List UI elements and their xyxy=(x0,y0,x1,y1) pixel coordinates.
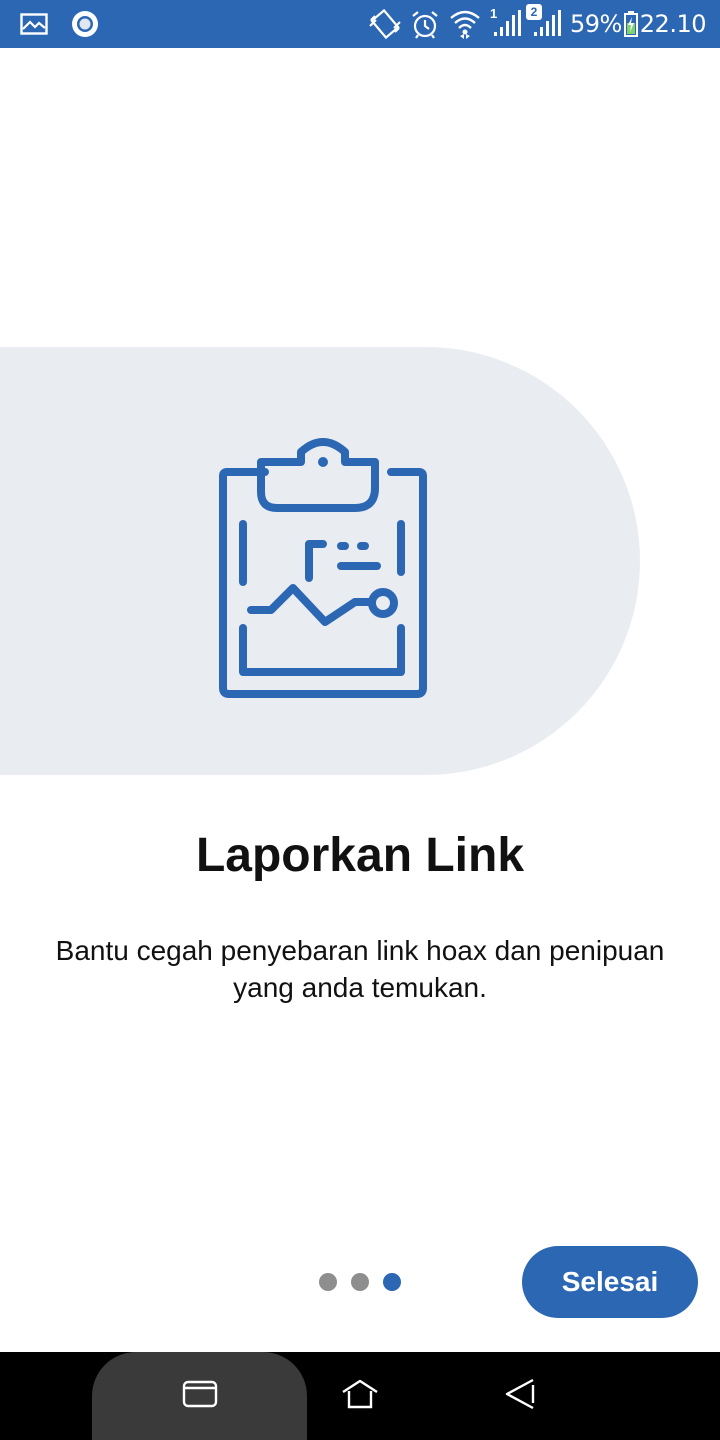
home-button[interactable] xyxy=(330,1372,390,1420)
signal-sim2-icon: 2 xyxy=(525,4,562,40)
pager-dot[interactable] xyxy=(319,1273,337,1291)
gallery-icon xyxy=(20,13,48,35)
back-icon xyxy=(500,1377,540,1416)
page-description: Bantu cegah penyebaran link hoax dan pen… xyxy=(55,935,665,1003)
pager-indicator xyxy=(319,1273,401,1291)
navigation-bar xyxy=(0,1352,720,1440)
battery-percent: 59% xyxy=(569,10,622,38)
recent-apps-button[interactable] xyxy=(170,1372,230,1420)
status-bar-left xyxy=(20,8,100,40)
sim2-label: 2 xyxy=(525,4,542,20)
finish-button[interactable]: Selesai xyxy=(522,1246,698,1318)
pager-dot-active[interactable] xyxy=(383,1273,401,1291)
signal-sim1-icon: 1 xyxy=(489,6,522,40)
status-bar: 1 2 59% 22.10 xyxy=(0,0,720,48)
battery-charging-icon xyxy=(623,11,638,37)
wifi-icon xyxy=(448,8,482,40)
sim1-label: 1 xyxy=(489,6,498,21)
vibrate-icon xyxy=(368,8,402,40)
status-bar-right: 1 2 59% 22.10 xyxy=(368,4,707,42)
alarm-icon xyxy=(410,9,440,39)
recent-apps-icon xyxy=(180,1378,220,1415)
clipboard-chart-icon xyxy=(213,432,433,704)
back-button[interactable] xyxy=(490,1372,550,1420)
clock: 22.10 xyxy=(639,10,707,38)
home-icon xyxy=(340,1377,380,1416)
circle-record-icon xyxy=(70,9,100,39)
pager-dot[interactable] xyxy=(351,1273,369,1291)
page-title: Laporkan Link xyxy=(195,829,525,882)
